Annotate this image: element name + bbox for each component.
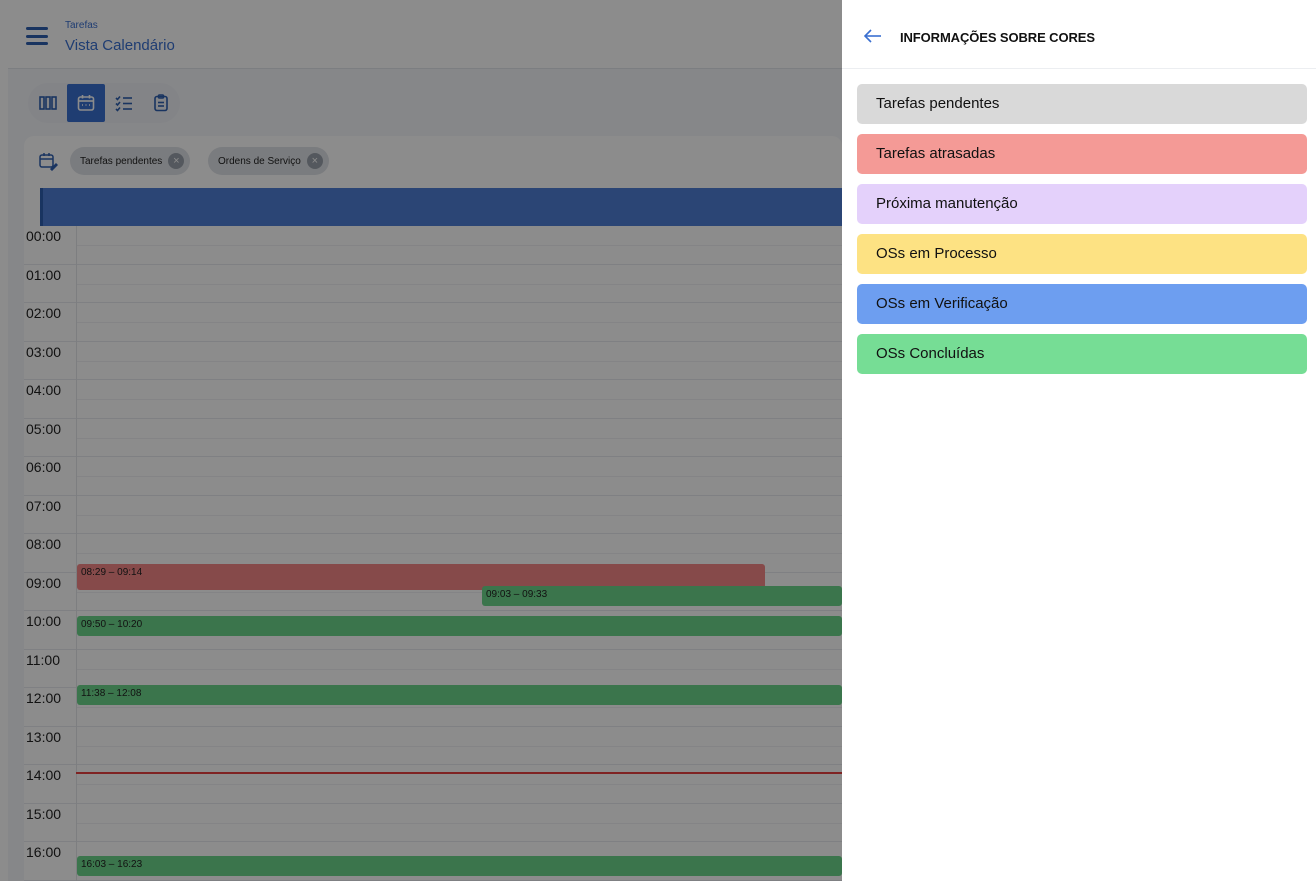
legend-item-completed: OSs Concluídas [857,334,1307,374]
legend-item-pending: Tarefas pendentes [857,84,1307,124]
arrow-left-icon [863,29,881,43]
panel-title: INFORMAÇÕES SOBRE CORES [900,30,1095,45]
legend-item-next-maintenance: Próxima manutenção [857,184,1307,224]
modal-backdrop[interactable] [0,0,842,881]
legend-item-overdue: Tarefas atrasadas [857,134,1307,174]
back-button[interactable] [862,25,886,47]
legend-item-in-process: OSs em Processo [857,234,1307,274]
color-legend: Tarefas pendentes Tarefas atrasadas Próx… [857,84,1307,384]
panel-header: INFORMAÇÕES SOBRE CORES [842,0,1316,69]
color-info-panel: INFORMAÇÕES SOBRE CORES Tarefas pendente… [842,0,1316,881]
legend-item-in-verification: OSs em Verificação [857,284,1307,324]
